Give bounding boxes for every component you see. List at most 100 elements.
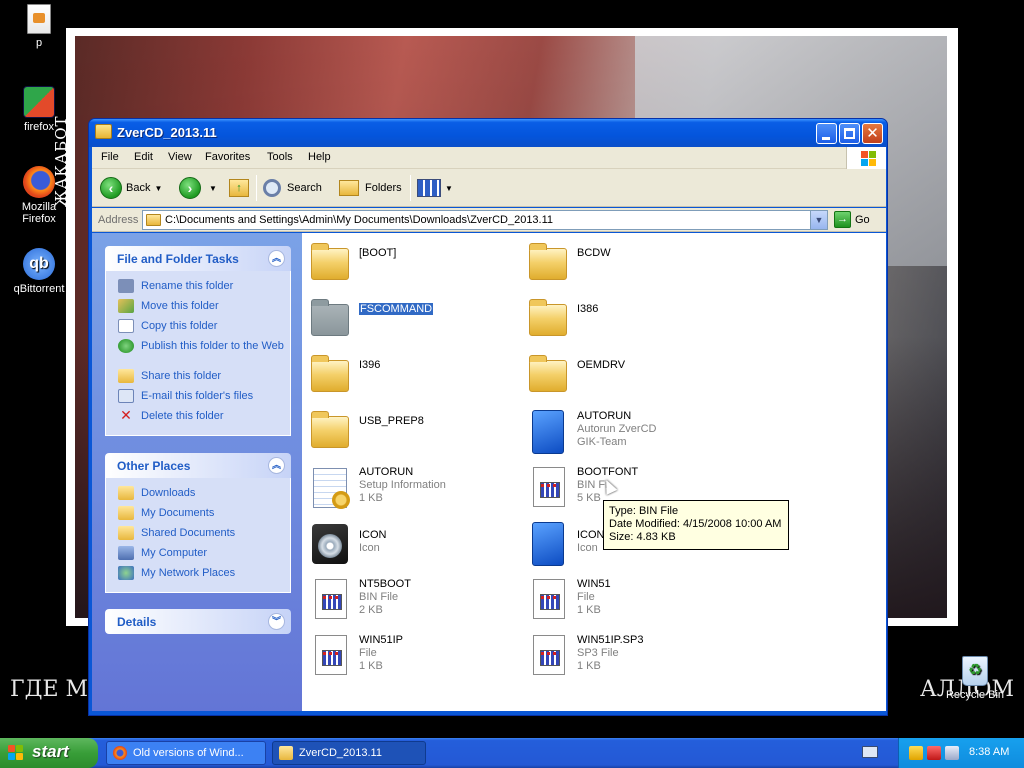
cd-icon: [312, 524, 348, 564]
folder-icon: [311, 355, 349, 392]
task-share-folder[interactable]: Share this folder: [118, 369, 290, 389]
desktop-icon-mozilla-firefox[interactable]: Mozilla Firefox: [4, 166, 74, 225]
clock[interactable]: 8:38 AM: [969, 746, 1009, 758]
panel-title: Other Places: [117, 459, 191, 473]
security-shield-icon[interactable]: [909, 746, 923, 760]
start-button[interactable]: start: [0, 738, 98, 768]
task-email-files[interactable]: E-mail this folder's files: [118, 389, 290, 409]
file-item[interactable]: BCDW: [527, 240, 737, 290]
taskbar-button-explorer[interactable]: ZverCD_2013.11: [272, 741, 426, 765]
address-input[interactable]: C:\Documents and Settings\Admin\My Docum…: [142, 210, 828, 230]
desktop-icon-firefox-folder[interactable]: firefox: [4, 86, 74, 133]
menu-help[interactable]: Help: [308, 151, 331, 163]
panel-header[interactable]: Other Places ︽: [105, 453, 291, 478]
minimize-button[interactable]: [816, 123, 837, 144]
desktop-icon-label: Mozilla Firefox: [21, 201, 57, 225]
place-my-network[interactable]: My Network Places: [118, 566, 290, 586]
file-item[interactable]: NT5BOOT BIN File 2 KB: [309, 576, 519, 626]
panel-header[interactable]: Details ︾: [105, 609, 291, 634]
desktop-icon-label: qBittorrent: [13, 283, 65, 295]
file-item[interactable]: AUTORUN Autorun ZverCD GIK-Team: [527, 408, 737, 458]
close-button[interactable]: ✕: [862, 123, 883, 144]
qbittorrent-icon: qb: [23, 248, 55, 280]
collapse-chevron-icon[interactable]: ︽: [268, 457, 285, 474]
panel-header[interactable]: File and Folder Tasks ︽: [105, 246, 291, 271]
document-icon: [27, 4, 51, 34]
file-item[interactable]: WIN51IP File 1 KB: [309, 632, 519, 682]
chevron-down-icon[interactable]: ▼: [810, 211, 827, 229]
file-item[interactable]: OEMDRV: [527, 352, 737, 402]
place-my-computer[interactable]: My Computer: [118, 546, 290, 566]
details-panel: Details ︾: [105, 609, 291, 634]
desktop-icon-label: Recycle Bin: [945, 689, 1005, 701]
title-bar[interactable]: ZverCD_2013.11 ✕: [89, 119, 887, 147]
menu-tools[interactable]: Tools: [267, 151, 293, 163]
rename-icon: [118, 279, 134, 293]
task-publish-web[interactable]: Publish this folder to the Web: [118, 339, 290, 369]
bin-file-icon: [533, 579, 565, 619]
file-item[interactable]: WIN51IP.SP3 SP3 File 1 KB: [527, 632, 737, 682]
file-item[interactable]: USB_PREP8: [309, 408, 519, 458]
file-item[interactable]: I396: [309, 352, 519, 402]
folder-icon: [146, 214, 161, 226]
file-item[interactable]: [BOOT]: [309, 240, 519, 290]
views-button[interactable]: ▼: [417, 175, 453, 201]
folder-icon: [311, 411, 349, 448]
keyboard-layout-icon[interactable]: [862, 746, 878, 758]
panel-body: Rename this folder Move this folder Copy…: [105, 271, 291, 436]
forward-button[interactable]: › ▼: [179, 175, 217, 201]
menu-favorites[interactable]: Favorites: [205, 151, 250, 163]
menu-file[interactable]: File: [101, 151, 119, 163]
up-folder-button[interactable]: ↑: [229, 175, 249, 201]
delete-x-icon: ✕: [120, 407, 132, 423]
bottom-caption-left: ГДЕ М: [10, 677, 89, 702]
place-downloads[interactable]: Downloads: [118, 486, 290, 506]
tooltip-modified: Date Modified: 4/15/2008 10:00 AM: [609, 518, 782, 530]
file-info-tooltip: Type: BIN File Date Modified: 4/15/2008 …: [603, 500, 789, 550]
place-shared-documents[interactable]: Shared Documents: [118, 526, 290, 546]
desktop-icon-recycle-bin[interactable]: ♻ Recycle Bin: [940, 656, 1010, 701]
network-icon: [118, 566, 134, 580]
back-arrow-icon: ‹: [100, 177, 122, 199]
expand-chevron-icon[interactable]: ︾: [268, 613, 285, 630]
maximize-button[interactable]: [839, 123, 860, 144]
globe-icon: [118, 339, 134, 353]
task-rename-folder[interactable]: Rename this folder: [118, 279, 290, 299]
search-button[interactable]: Search: [263, 175, 322, 201]
address-label: Address: [98, 214, 139, 226]
menu-bar: File Edit View Favorites Tools Help: [92, 147, 886, 169]
menu-view[interactable]: View: [168, 151, 192, 163]
back-button[interactable]: ‹ Back ▼: [100, 175, 162, 201]
firefox-icon: [23, 166, 55, 198]
file-item-selected[interactable]: FSCOMMAND: [309, 296, 519, 346]
folders-button[interactable]: Folders: [339, 175, 402, 201]
file-item[interactable]: WIN51 File 1 KB: [527, 576, 737, 626]
volume-icon[interactable]: [945, 746, 959, 760]
maximize-icon: [844, 128, 855, 139]
menu-edit[interactable]: Edit: [134, 151, 153, 163]
folder-icon: [529, 299, 567, 336]
folder-icon: [311, 299, 349, 336]
minimize-icon: [822, 137, 830, 140]
task-move-folder[interactable]: Move this folder: [118, 299, 290, 319]
address-bar: Address C:\Documents and Settings\Admin\…: [92, 208, 886, 232]
security-alert-icon[interactable]: [927, 746, 941, 760]
file-list: [BOOT] BCDW FSCOMMAND I386 I396 OEMDRV U…: [302, 233, 886, 711]
close-icon: ✕: [866, 125, 879, 142]
file-item[interactable]: ICON Icon: [309, 520, 519, 570]
autorun-cd-icon: [532, 410, 564, 454]
file-item[interactable]: AUTORUN Setup Information 1 KB: [309, 464, 519, 514]
forward-arrow-icon: ›: [179, 177, 201, 199]
taskbar-button-firefox[interactable]: Old versions of Wind...: [106, 741, 266, 765]
panel-body: Downloads My Documents Shared Documents …: [105, 478, 291, 593]
task-pane: File and Folder Tasks ︽ Rename this fold…: [92, 233, 302, 711]
task-copy-folder[interactable]: Copy this folder: [118, 319, 290, 339]
place-my-documents[interactable]: My Documents: [118, 506, 290, 526]
taskbar-button-label: ZverCD_2013.11: [299, 747, 382, 759]
desktop-icon-p[interactable]: p: [4, 4, 74, 49]
task-delete-folder[interactable]: ✕ Delete this folder: [118, 407, 290, 429]
collapse-chevron-icon[interactable]: ︽: [268, 250, 285, 267]
go-button[interactable]: → Go: [834, 211, 870, 228]
file-item[interactable]: I386: [527, 296, 737, 346]
desktop-icon-qbittorrent[interactable]: qb qBittorrent: [4, 248, 74, 295]
